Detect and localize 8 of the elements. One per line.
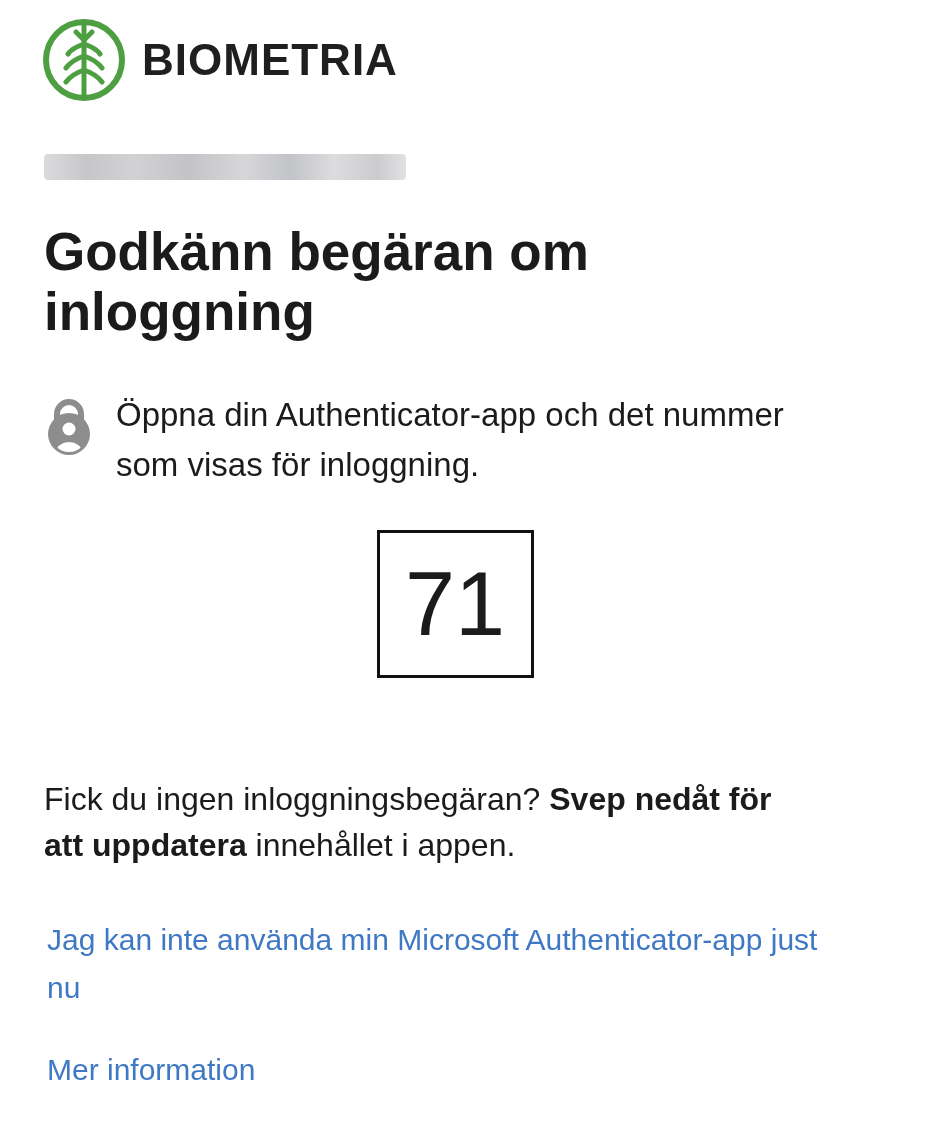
- sign-in-number: 71: [376, 530, 534, 678]
- brand-name: BIOMETRIA: [142, 35, 398, 85]
- tree-logo-icon: [42, 18, 126, 102]
- help-link[interactable]: Mer information: [47, 1046, 256, 1094]
- page-title: Godkänn begäran om inloggning: [44, 222, 590, 342]
- hint-text: Fick du ingen inloggningsbegäran? Svep nedåt för att uppdatera innehållet i appen.: [44, 780, 773, 865]
- instruction-text: Öppna din Authenticator-app och det nummer som visas för inloggning.: [116, 395, 785, 485]
- help-link[interactable]: Jag kan inte använda min Microsoft Authenticator-app just nu: [47, 916, 847, 1012]
